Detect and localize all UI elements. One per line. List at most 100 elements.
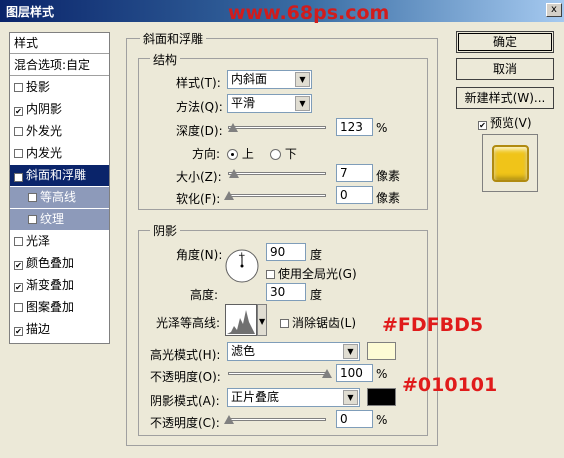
checkbox[interactable] <box>28 193 37 202</box>
checkbox[interactable] <box>266 270 275 279</box>
direction-down-label: 下 <box>284 147 297 161</box>
list-item-label: 内发光 <box>26 146 63 160</box>
new-style-button[interactable]: 新建样式(W)... <box>456 87 554 109</box>
soften-slider[interactable] <box>228 194 326 197</box>
style-list: 样式 混合选项:自定 投影 ✔ 内阴影 外发光 内发光 ✔ 斜面和浮雕 等高线 纹理… <box>9 32 110 344</box>
checkbox[interactable] <box>280 319 289 328</box>
antialias-option[interactable]: 消除锯齿(L) <box>280 314 356 331</box>
altitude-input[interactable]: 30 <box>266 283 306 301</box>
technique-label: 方法(Q): <box>176 100 223 114</box>
checkbox-checked[interactable]: ✔ <box>14 261 23 270</box>
list-item-stroke[interactable]: ✔ 描边 <box>10 319 109 340</box>
preview-label: 预览(V) <box>490 116 532 130</box>
soften-slider-thumb[interactable] <box>224 191 234 200</box>
list-item-pattern-overlay[interactable]: 图案叠加 <box>10 297 109 318</box>
ok-button[interactable]: 确定 <box>456 31 554 53</box>
list-item-color-overlay[interactable]: ✔ 颜色叠加 <box>10 253 109 274</box>
altitude-unit: 度 <box>310 288 323 302</box>
list-item-drop-shadow[interactable]: 投影 <box>10 77 109 98</box>
highlight-opacity-slider[interactable] <box>228 372 326 375</box>
cancel-button[interactable]: 取消 <box>456 58 554 80</box>
list-item-label: 颜色叠加 <box>26 256 75 270</box>
checkbox-checked[interactable]: ✔ <box>478 121 487 130</box>
angle-dial[interactable]: + <box>224 248 260 284</box>
highlight-opacity-input[interactable]: 100 <box>336 364 373 382</box>
watermark-text: www.68ps.com <box>228 2 390 24</box>
svg-text:+: + <box>238 251 246 261</box>
gloss-contour-label: 光泽等高线: <box>156 316 221 330</box>
size-label: 大小(Z): <box>176 170 222 184</box>
technique-select[interactable]: 平滑 ▼ <box>227 94 312 113</box>
global-light-label: 使用全局光(G) <box>278 267 357 281</box>
size-unit: 像素 <box>376 169 401 183</box>
list-item-label: 内阴影 <box>26 102 63 116</box>
size-slider-thumb[interactable] <box>229 169 239 178</box>
list-item-inner-glow[interactable]: 内发光 <box>10 143 109 164</box>
list-header-styles[interactable]: 样式 <box>10 33 109 54</box>
technique-select-value: 平滑 <box>231 96 256 110</box>
list-item-satin[interactable]: 光泽 <box>10 231 109 252</box>
shadow-opacity-thumb[interactable] <box>224 415 234 424</box>
list-item-bevel-emboss[interactable]: ✔ 斜面和浮雕 <box>10 165 109 186</box>
global-light-option[interactable]: 使用全局光(G) <box>266 265 357 282</box>
gloss-contour-picker[interactable]: ▼ <box>225 304 267 338</box>
checkbox-checked[interactable]: ✔ <box>14 327 23 336</box>
highlight-mode-select[interactable]: 滤色 ▼ <box>227 342 360 361</box>
checkbox[interactable] <box>14 149 23 158</box>
shadow-mode-value: 正片叠底 <box>231 390 280 404</box>
radio-selected[interactable] <box>227 149 238 160</box>
checkbox-checked[interactable]: ✔ <box>14 173 23 182</box>
direction-down-option[interactable]: 下 <box>270 145 297 162</box>
checkbox[interactable] <box>28 215 37 224</box>
list-item-texture[interactable]: 纹理 <box>10 209 109 230</box>
style-select[interactable]: 内斜面 ▼ <box>227 70 312 89</box>
opacity2-label: 不透明度(C): <box>150 416 220 430</box>
bevel-emboss-title: 斜面和浮雕 <box>140 30 207 47</box>
list-item-label: 外发光 <box>26 124 63 138</box>
list-item-blend-options[interactable]: 混合选项:自定 <box>10 55 109 76</box>
radio[interactable] <box>270 149 281 160</box>
shadow-mode-select[interactable]: 正片叠底 ▼ <box>227 388 360 407</box>
opacity1-label: 不透明度(O): <box>150 370 221 384</box>
direction-label: 方向: <box>192 147 221 161</box>
preview-option[interactable]: ✔ 预览(V) <box>478 114 532 131</box>
checkbox-checked[interactable]: ✔ <box>14 107 23 116</box>
angle-input[interactable]: 90 <box>266 243 306 261</box>
list-item-label: 图案叠加 <box>26 300 75 314</box>
shadow-opacity-slider[interactable] <box>228 418 326 421</box>
list-item-label: 等高线 <box>40 190 77 204</box>
soften-input[interactable]: 0 <box>336 186 373 204</box>
structure-title: 结构 <box>150 51 181 68</box>
list-item-gradient-overlay[interactable]: ✔ 渐变叠加 <box>10 275 109 296</box>
style-select-value: 内斜面 <box>231 72 268 86</box>
depth-unit: % <box>376 121 388 135</box>
highlight-opacity-thumb[interactable] <box>322 369 332 378</box>
depth-slider-thumb[interactable] <box>228 123 238 132</box>
depth-input[interactable]: 123 <box>336 118 373 136</box>
list-item-outer-glow[interactable]: 外发光 <box>10 121 109 142</box>
list-item-inner-shadow[interactable]: ✔ 内阴影 <box>10 99 109 120</box>
checkbox[interactable] <box>14 127 23 136</box>
list-item-label: 光泽 <box>26 234 51 248</box>
highlight-hex-annotation: #FDFBD5 <box>382 314 484 336</box>
checkbox[interactable] <box>14 83 23 92</box>
highlight-color-swatch[interactable] <box>367 342 396 360</box>
checkbox[interactable] <box>14 237 23 246</box>
style-label: 样式(T): <box>176 76 221 90</box>
list-item-contour[interactable]: 等高线 <box>10 187 109 208</box>
close-button[interactable]: x <box>546 3 562 17</box>
soften-unit: 像素 <box>376 191 401 205</box>
soften-label: 软化(F): <box>176 192 221 206</box>
highlight-mode-label: 高光模式(H): <box>150 348 221 362</box>
checkbox[interactable] <box>14 303 23 312</box>
direction-up-option[interactable]: 上 <box>227 145 254 162</box>
chevron-down-icon: ▼ <box>343 344 358 359</box>
depth-slider[interactable] <box>228 126 326 129</box>
size-input[interactable]: 7 <box>336 164 373 182</box>
shadow-color-swatch[interactable] <box>367 388 396 406</box>
checkbox-checked[interactable]: ✔ <box>14 283 23 292</box>
size-slider[interactable] <box>228 172 326 175</box>
altitude-label: 高度: <box>190 288 219 302</box>
shadow-opacity-input[interactable]: 0 <box>336 410 373 428</box>
chevron-down-icon: ▼ <box>295 72 310 87</box>
